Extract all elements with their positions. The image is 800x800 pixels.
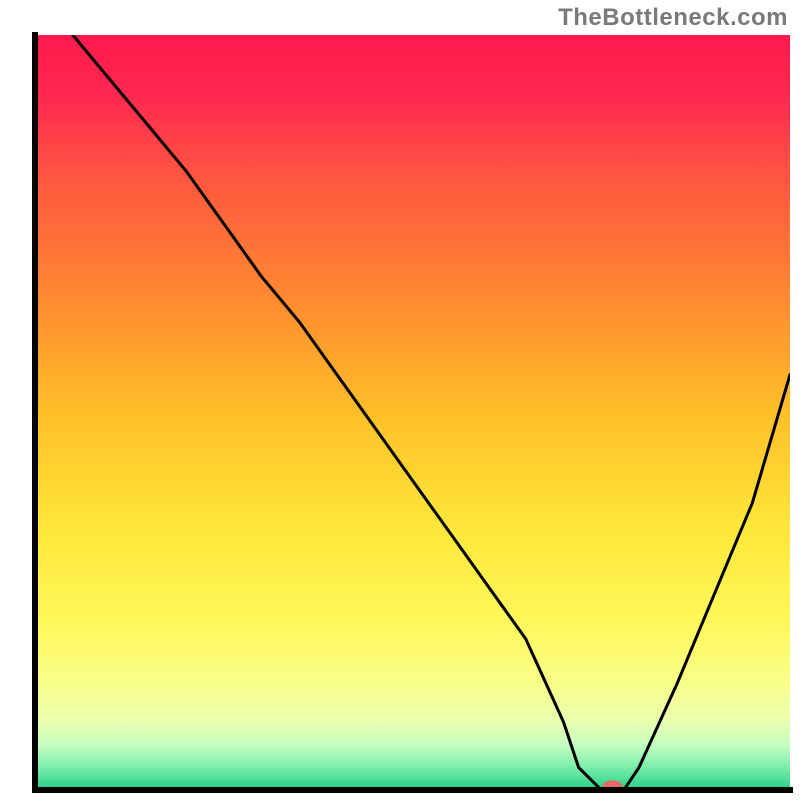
plot-background <box>35 35 790 790</box>
watermark-label: TheBottleneck.com <box>558 4 788 32</box>
bottleneck-chart <box>0 0 800 800</box>
